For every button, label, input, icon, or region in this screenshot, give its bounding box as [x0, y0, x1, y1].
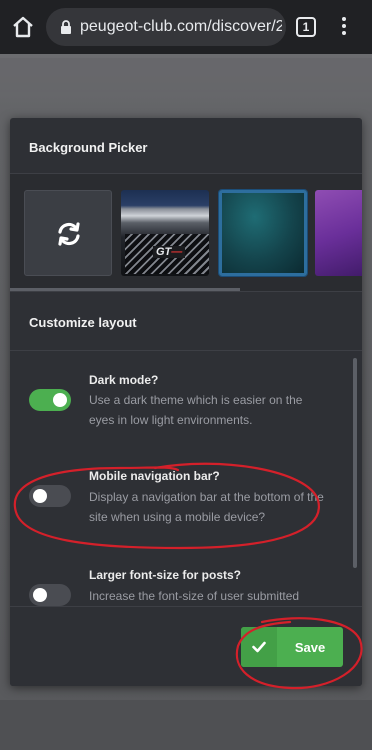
refresh-icon	[58, 222, 80, 246]
layout-options-list: Dark mode? Use a dark theme which is eas…	[10, 352, 350, 606]
dark-mode-toggle[interactable]	[29, 389, 71, 411]
mobile-navigation-toggle[interactable]	[29, 485, 71, 507]
background-thumbnail-gt-car[interactable]: GT—	[121, 190, 209, 276]
modal-footer: Save	[10, 606, 362, 686]
address-bar[interactable]: peugeot-club.com/discover/2	[46, 8, 286, 46]
option-description: Use a dark theme which is easier on the …	[89, 393, 303, 427]
background-thumbnail-teal-selected[interactable]	[219, 190, 307, 276]
gt-badge: GT—	[153, 246, 186, 258]
customize-layout-title: Customize layout	[10, 293, 362, 351]
dimmed-page-bottom	[0, 700, 372, 750]
url-text: peugeot-club.com/discover/2	[80, 18, 282, 35]
tab-switcher-button[interactable]: 1	[296, 17, 316, 37]
overflow-menu-icon[interactable]	[336, 15, 352, 39]
home-icon[interactable]	[10, 14, 36, 40]
background-thumbnail-purple[interactable]	[315, 190, 362, 276]
option-title: Dark mode?	[89, 373, 159, 387]
save-label: Save	[294, 640, 326, 655]
option-description: Increase the font-size of user submitted	[89, 589, 300, 603]
option-title: Mobile navigation bar?	[89, 469, 220, 483]
option-title: Larger font-size for posts?	[89, 568, 242, 582]
save-button[interactable]: Save	[241, 627, 343, 667]
background-picker-strip[interactable]: GT—	[10, 174, 362, 292]
larger-font-toggle[interactable]	[29, 584, 71, 606]
lock-icon	[60, 20, 72, 34]
vertical-scrollbar[interactable]	[353, 358, 357, 568]
background-picker-title: Background Picker	[10, 118, 362, 174]
browser-toolbar: peugeot-club.com/discover/2 1	[0, 0, 372, 54]
check-icon	[241, 627, 277, 667]
option-description: Display a navigation bar at the bottom o…	[89, 490, 324, 524]
random-background-button[interactable]	[24, 190, 112, 276]
settings-modal: Background Picker GT— Customize layout D…	[10, 118, 362, 686]
dimmed-page-navbar	[0, 58, 372, 92]
horizontal-scrollbar[interactable]	[10, 288, 240, 291]
